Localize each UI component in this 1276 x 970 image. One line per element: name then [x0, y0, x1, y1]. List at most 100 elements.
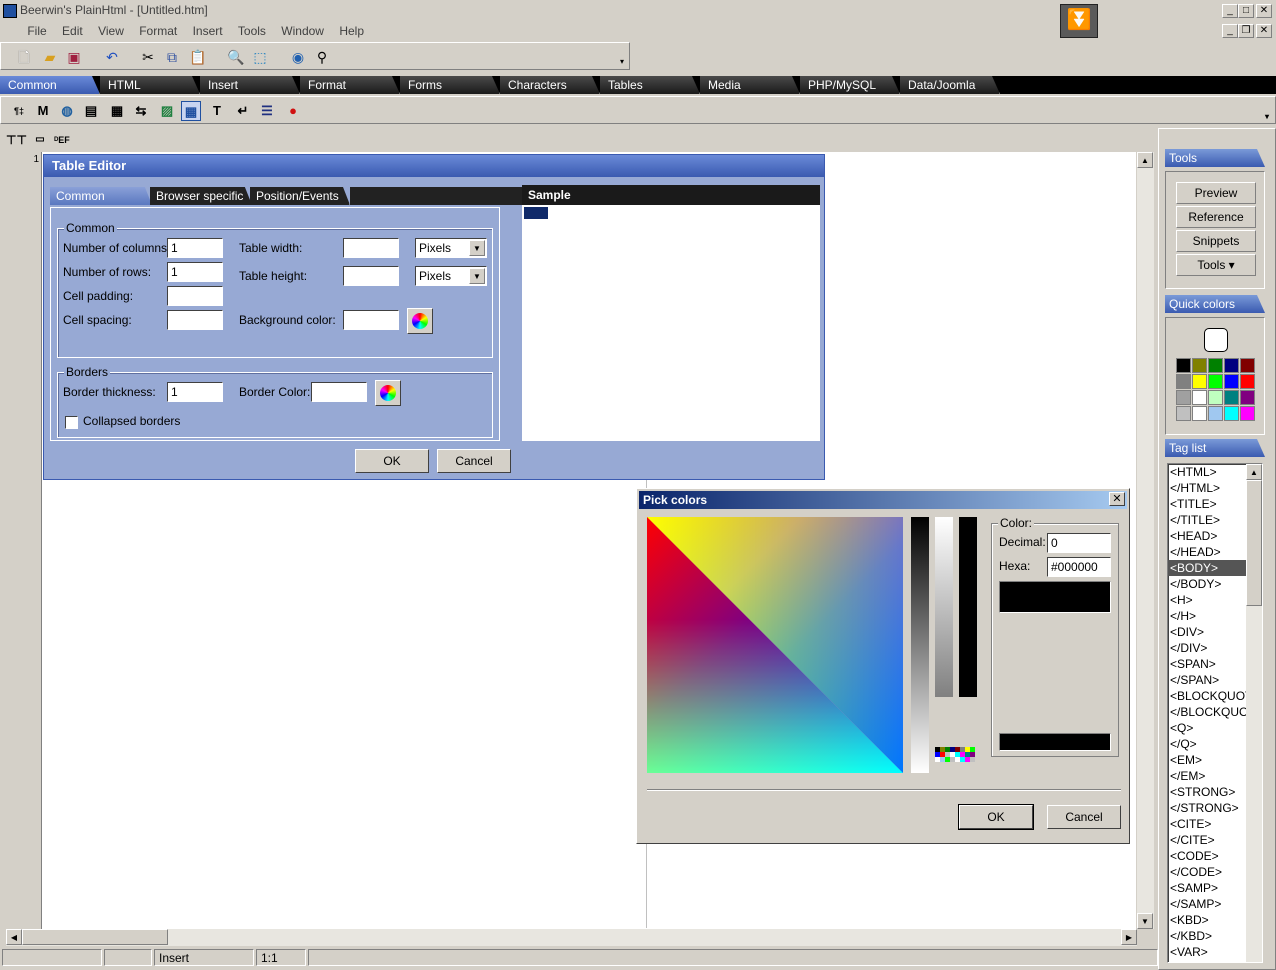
hexa-input[interactable]: #000000 [1047, 557, 1111, 577]
pick-colors-cancel-button[interactable]: Cancel [1047, 805, 1121, 829]
brightness-slider[interactable] [911, 517, 929, 773]
tab-insert[interactable]: Insert [200, 76, 300, 94]
scroll-thumb[interactable] [22, 929, 168, 945]
border-color-input[interactable] [311, 382, 367, 402]
quick-color-swatch[interactable] [1192, 374, 1207, 389]
tag-list-item[interactable]: <TITLE> [1168, 496, 1246, 512]
tab-data-joomla[interactable]: Data/Joomla [900, 76, 1000, 94]
decimal-input[interactable]: 0 [1047, 533, 1111, 553]
quick-color-swatch[interactable] [1192, 358, 1207, 373]
tag-list-item[interactable]: <SAMP> [1168, 880, 1246, 896]
tag-list-header[interactable]: Tag list [1165, 439, 1265, 457]
quick-color-swatch[interactable] [1208, 406, 1223, 421]
tag-list-item[interactable]: <BODY> [1168, 560, 1246, 576]
quick-color-swatch[interactable] [1240, 390, 1255, 405]
tab-common[interactable]: Common [0, 76, 100, 94]
quick-color-swatch[interactable] [1176, 390, 1191, 405]
form-icon[interactable]: ▦ [107, 101, 127, 121]
tag-list-item[interactable]: <HTML> [1168, 464, 1246, 480]
reference-button[interactable]: Reference [1176, 206, 1256, 228]
tab-tables[interactable]: Tables [600, 76, 700, 94]
tag-list-item[interactable]: <H> [1168, 592, 1246, 608]
tag-list-item[interactable]: </STRONG> [1168, 800, 1246, 816]
tag-list-item[interactable]: </SAMP> [1168, 896, 1246, 912]
quick-color-swatch[interactable] [1208, 358, 1223, 373]
quick-color-swatch[interactable] [1224, 390, 1239, 405]
line-break-icon[interactable]: ↵ [233, 101, 253, 121]
mdi-restore-button[interactable]: ❐ [1238, 24, 1254, 38]
color-gradient-area[interactable] [647, 517, 903, 773]
width-unit-select[interactable]: Pixels ▼ [415, 238, 487, 258]
tag-list-item[interactable]: </H> [1168, 608, 1246, 624]
quick-color-swatch[interactable] [1240, 406, 1255, 421]
menu-format[interactable]: Format [133, 22, 183, 40]
quick-color-swatch[interactable] [1192, 390, 1207, 405]
tag-format-icon[interactable]: ⊤⊤ [6, 130, 27, 150]
bgcolor-input[interactable] [343, 310, 399, 330]
tag-list-item[interactable]: <KBD> [1168, 912, 1246, 928]
tag-list-item[interactable]: </TITLE> [1168, 512, 1246, 528]
table-editor-ok-button[interactable]: OK [355, 449, 429, 473]
tag-list-item[interactable]: </HEAD> [1168, 544, 1246, 560]
tab-te-common[interactable]: Common [50, 187, 152, 205]
tag-list-item[interactable]: <EM> [1168, 752, 1246, 768]
minimize-button[interactable]: _ [1222, 4, 1238, 18]
save-icon[interactable]: ▣ [65, 48, 83, 66]
tag-list-item[interactable]: </DIV> [1168, 640, 1246, 656]
tab-format[interactable]: Format [300, 76, 400, 94]
mini-palette[interactable] [935, 741, 975, 773]
menu-help[interactable]: Help [333, 22, 370, 40]
maximize-button[interactable]: □ [1238, 4, 1254, 18]
menu-file[interactable]: File [21, 22, 52, 40]
padding-input[interactable] [167, 286, 223, 306]
tag-list-scrollbar[interactable]: ▲ [1246, 464, 1262, 962]
rows-input[interactable]: 1 [167, 262, 223, 282]
open-folder-icon[interactable]: ▰ [41, 48, 59, 66]
cut-icon[interactable]: ✂ [139, 48, 157, 66]
tag-list-item[interactable]: <CODE> [1168, 848, 1246, 864]
quick-color-swatch[interactable] [1192, 406, 1207, 421]
tag-list-item[interactable]: </SPAN> [1168, 672, 1246, 688]
def-icon[interactable]: ᴰEF [52, 130, 72, 150]
quick-color-swatch[interactable] [1176, 358, 1191, 373]
toolbar-overflow-icon[interactable]: ▾ [613, 53, 631, 71]
find-replace-icon[interactable]: ⬚ [251, 48, 269, 66]
snippets-button[interactable]: Snippets [1176, 230, 1256, 252]
paste-icon[interactable]: 📋 [189, 48, 207, 66]
globe-icon[interactable]: ◍ [57, 101, 77, 121]
menu-edit[interactable]: Edit [56, 22, 89, 40]
tag-list-item[interactable]: </BODY> [1168, 576, 1246, 592]
tag-scroll-thumb[interactable] [1246, 480, 1262, 606]
columns-input[interactable]: 1 [167, 238, 223, 258]
meta-icon[interactable]: ¶‡ [9, 101, 29, 121]
gray-slider[interactable] [935, 517, 953, 697]
tag-list-item[interactable]: <BLOCKQUOTE [1168, 688, 1260, 704]
menu-insert[interactable]: Insert [187, 22, 229, 40]
insertbar-overflow-icon[interactable]: ▾ [1257, 107, 1276, 127]
preview-button[interactable]: Preview [1176, 182, 1256, 204]
scroll-left-icon[interactable]: ◀ [6, 929, 22, 945]
spacing-input[interactable] [167, 310, 223, 330]
scroll-right-icon[interactable]: ▶ [1121, 929, 1137, 945]
table-editor-cancel-button[interactable]: Cancel [437, 449, 511, 473]
pick-colors-ok-button[interactable]: OK [958, 804, 1034, 830]
height-input[interactable] [343, 266, 399, 286]
chevron-down-icon[interactable]: ▼ [469, 268, 485, 284]
tag-scroll-up-icon[interactable]: ▲ [1246, 464, 1262, 480]
collapsed-borders-checkbox[interactable] [65, 416, 78, 429]
width-input[interactable] [343, 238, 399, 258]
quick-color-swatch[interactable] [1176, 374, 1191, 389]
tag-list-item[interactable]: </CITE> [1168, 832, 1246, 848]
table-icon[interactable]: ▦ [181, 101, 201, 121]
new-file-icon[interactable]: 🗋 [15, 48, 33, 66]
border-thickness-input[interactable]: 1 [167, 382, 223, 402]
link-icon[interactable]: ⇆ [131, 101, 151, 121]
close-icon[interactable]: ✕ [1109, 492, 1125, 506]
quick-colors-header[interactable]: Quick colors [1165, 295, 1265, 313]
tag-list-item[interactable]: <VAR> [1168, 944, 1246, 960]
tag-list-item[interactable]: <CITE> [1168, 816, 1246, 832]
current-color-swatch[interactable] [1204, 328, 1228, 352]
tab-php-mysql[interactable]: PHP/MySQL [800, 76, 900, 94]
tab-te-position-events[interactable]: Position/Events [250, 187, 350, 205]
tag-list-item[interactable]: </HTML> [1168, 480, 1246, 496]
